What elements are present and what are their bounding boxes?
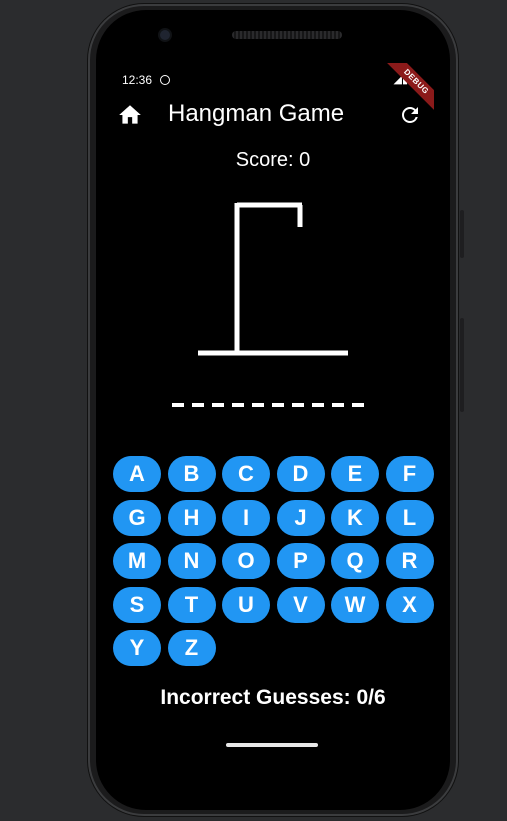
letter-blank — [172, 403, 184, 407]
home-icon[interactable] — [117, 102, 143, 128]
app-title: Hangman Game — [168, 100, 345, 127]
key-c-button[interactable]: C — [222, 456, 270, 492]
key-l-button[interactable]: L — [385, 499, 434, 536]
key-a-button[interactable]: A — [113, 456, 161, 492]
word-blanks — [172, 403, 364, 407]
key-o-button[interactable]: O — [222, 543, 270, 579]
letter-blank — [292, 403, 304, 407]
key-d-button[interactable]: D — [276, 456, 325, 492]
gallows-drawing — [198, 202, 348, 356]
letter-blank — [352, 403, 364, 407]
key-k-button[interactable]: K — [331, 499, 379, 536]
notification-icon — [160, 75, 170, 85]
key-x-button[interactable]: X — [385, 586, 434, 623]
letter-blank — [332, 403, 344, 407]
phone-side-button — [460, 318, 464, 412]
key-f-button[interactable]: F — [385, 456, 434, 492]
status-bar: 12:36 ◢▮ — [112, 70, 434, 90]
key-q-button[interactable]: Q — [331, 543, 379, 579]
refresh-icon[interactable] — [398, 103, 422, 127]
key-w-button[interactable]: W — [331, 586, 379, 623]
key-p-button[interactable]: P — [276, 543, 325, 579]
app-screen: 12:36 ◢▮ DEBUG Hangman Game Score: 0 ABC… — [112, 63, 434, 775]
key-y-button[interactable]: Y — [113, 630, 161, 666]
letter-blank — [312, 403, 324, 407]
key-e-button[interactable]: E — [331, 456, 379, 492]
key-s-button[interactable]: S — [113, 586, 161, 623]
earpiece-speaker — [232, 31, 342, 39]
key-g-button[interactable]: G — [113, 499, 161, 536]
key-z-button[interactable]: Z — [167, 630, 216, 666]
letter-blank — [212, 403, 224, 407]
incorrect-guesses-label: Incorrect Guesses: 0/6 — [160, 686, 386, 709]
key-r-button[interactable]: R — [385, 543, 434, 579]
key-v-button[interactable]: V — [276, 586, 325, 623]
letter-blank — [272, 403, 284, 407]
key-i-button[interactable]: I — [222, 499, 270, 536]
key-n-button[interactable]: N — [167, 543, 216, 579]
letter-blank — [252, 403, 264, 407]
key-t-button[interactable]: T — [167, 586, 216, 623]
key-b-button[interactable]: B — [167, 456, 216, 492]
phone-side-button — [460, 210, 464, 258]
app-bar: Hangman Game — [112, 95, 434, 135]
key-m-button[interactable]: M — [113, 543, 161, 579]
key-u-button[interactable]: U — [222, 586, 270, 623]
key-h-button[interactable]: H — [167, 499, 216, 536]
letter-blank — [192, 403, 204, 407]
key-j-button[interactable]: J — [276, 499, 325, 536]
gesture-nav-bar[interactable] — [226, 743, 318, 747]
status-time: 12:36 — [122, 73, 153, 87]
letter-blank — [232, 403, 244, 407]
score-label: Score: 0 — [235, 149, 311, 171]
front-camera — [160, 30, 170, 40]
